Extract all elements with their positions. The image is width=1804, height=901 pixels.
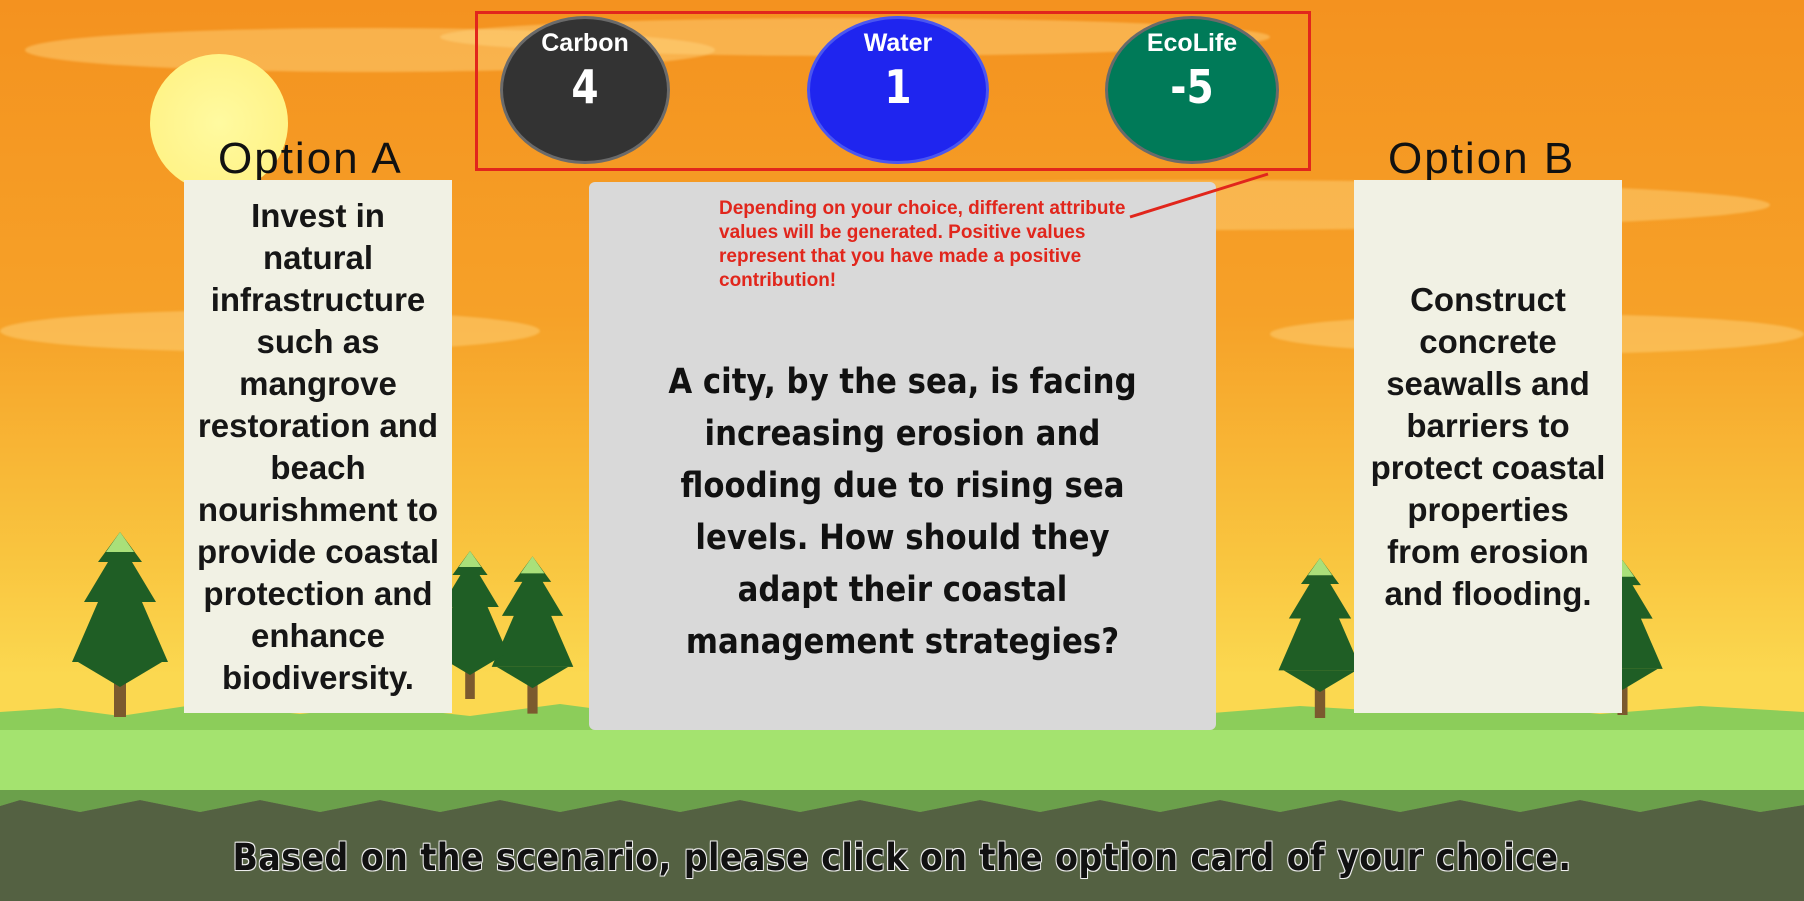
scenario-text: A city, by the sea, is facing increasing… <box>668 362 1137 662</box>
tutorial-highlight-box <box>475 11 1311 171</box>
option-b-card[interactable]: Construct concrete seawalls and barriers… <box>1354 180 1622 713</box>
option-a-card[interactable]: Invest in natural infrastructure such as… <box>184 180 452 713</box>
tutorial-hint: Depending on your choice, different attr… <box>719 198 1126 291</box>
tree-icon <box>72 532 168 717</box>
game-scene: Carbon 4 Water 1 EcoLife -5 Option A Opt… <box>0 0 1804 901</box>
option-b-text: Construct concrete seawalls and barriers… <box>1370 280 1606 612</box>
option-b-title: Option B <box>1388 134 1576 183</box>
instruction-text: Based on the scenario, please click on t… <box>232 836 1572 879</box>
option-a-text: Invest in natural infrastructure such as… <box>196 196 440 696</box>
tree-icon <box>1278 558 1362 718</box>
option-a-title: Option A <box>218 134 403 183</box>
